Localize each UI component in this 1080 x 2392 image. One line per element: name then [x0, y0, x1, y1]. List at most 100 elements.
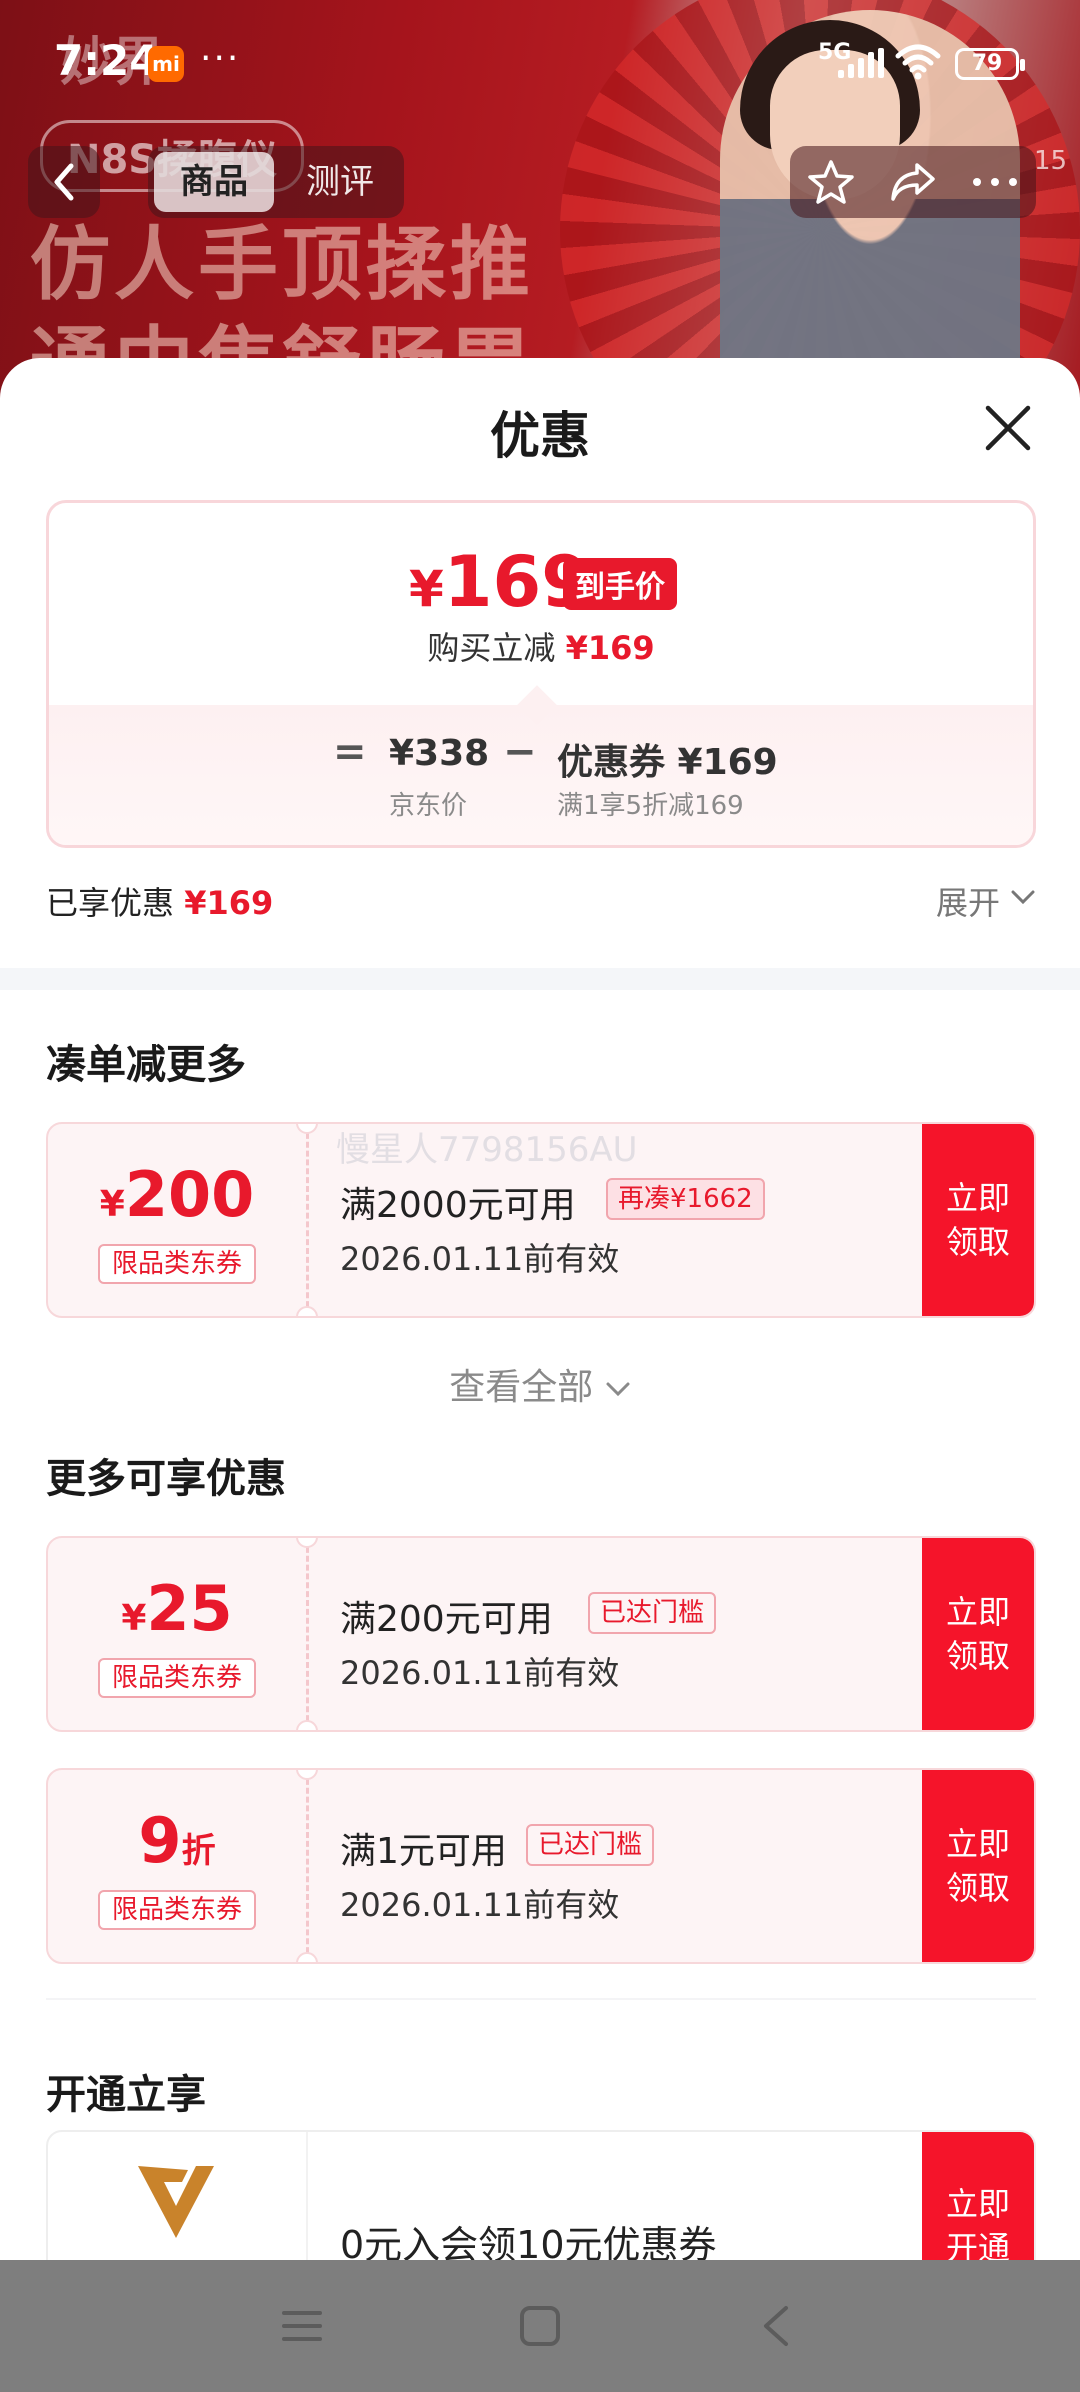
section-title-more: 更多可享优惠 — [46, 1456, 286, 1502]
signal-icon — [838, 48, 884, 78]
reduce-line: 购买立减 ¥169 — [49, 623, 1033, 669]
coupon-notch-top — [296, 1538, 318, 1548]
jd-price-label: 京东价 — [389, 791, 468, 821]
reduce-label: 购买立减 — [427, 629, 556, 667]
coupon-amount-value: 200 — [124, 1158, 255, 1231]
coupon-condition: 满1元可用 — [340, 1831, 507, 1872]
breakdown-area — [49, 705, 1033, 845]
more-horizontal-icon — [973, 178, 1017, 186]
share-icon — [891, 163, 935, 201]
thin-divider — [46, 1998, 1036, 2000]
coupon-notch-top — [296, 1770, 318, 1780]
coupon-category: 限品类东券 — [98, 1658, 256, 1698]
section-divider — [0, 968, 1080, 990]
more-button[interactable] — [954, 146, 1036, 218]
enjoyed-label: 已享优惠 — [46, 884, 175, 922]
coupon-condition: 满200元可用 — [340, 1599, 553, 1640]
view-all-button[interactable]: 查看全部 — [0, 1358, 1080, 1410]
square-icon — [520, 2306, 560, 2346]
claim-button[interactable]: 立即 领取 — [922, 1770, 1034, 1962]
product-tabs: 商品 测评 — [148, 146, 404, 218]
discount-sheet: 优惠 ¥169 到手价 购买立减 ¥169 = ¥338 京东价 − 优惠券 ¥… — [0, 358, 1080, 2392]
chevron-left-icon — [54, 163, 74, 201]
claim-line-1: 立即 — [945, 1825, 1010, 1863]
coupon-symbol: ¥ — [99, 1184, 125, 1225]
coupon-desc: 满1享5折减169 — [557, 791, 744, 821]
coupon-validity: 2026.01.11前有效 — [340, 1240, 620, 1278]
system-nav-bar — [0, 2260, 1080, 2392]
status-more-icon: ··· — [200, 38, 241, 79]
coupon-name: 优惠券 ¥169 — [557, 742, 778, 783]
status-bar: 7:24 mi ··· 5G 79 — [0, 0, 1080, 120]
mi-app-icon: mi — [148, 46, 184, 82]
coupon-category: 限品类东券 — [98, 1890, 256, 1930]
reduce-amount: ¥169 — [565, 629, 655, 667]
coupon-amount-value: 9 — [138, 1804, 182, 1877]
close-icon[interactable] — [982, 402, 1034, 454]
coupon-card: 慢星人7798156AU ¥200 限品类东券 满2000元可用 再凑¥1662… — [46, 1122, 1036, 1318]
coupon-condition: 满2000元可用 — [340, 1185, 576, 1226]
coupon-perforation — [306, 1124, 309, 1316]
coupon-tag: 再凑¥1662 — [606, 1178, 765, 1220]
coupon-tag: 已达门槛 — [526, 1824, 655, 1866]
coupon-perforation — [306, 1770, 309, 1962]
jd-price: ¥338 — [389, 733, 490, 774]
share-button[interactable] — [872, 146, 954, 218]
claim-line-2: 领取 — [945, 1637, 1010, 1675]
image-counter: 15 — [1034, 146, 1068, 176]
coupon-card: 9折 限品类东券 满1元可用 已达门槛 2026.01.11前有效 立即领取 — [46, 1768, 1036, 1964]
triangle-back-icon — [764, 2306, 788, 2346]
chevron-down-icon[interactable] — [1010, 888, 1036, 906]
wifi-icon — [895, 44, 941, 80]
coupon-symbol: ¥ — [121, 1598, 147, 1639]
coupon-amount-value: 25 — [146, 1572, 233, 1645]
minus-sign: − — [503, 729, 537, 775]
menu-button[interactable] — [242, 2260, 362, 2392]
menu-icon — [282, 2311, 322, 2341]
final-price-tag: 到手价 — [563, 558, 677, 610]
tab-product[interactable]: 商品 — [154, 152, 274, 212]
coupon-amount: ¥200 — [48, 1158, 306, 1231]
coupon-perforation — [306, 1538, 309, 1730]
watermark-text: 慢星人7798156AU — [336, 1130, 638, 1170]
final-price-symbol: ¥ — [409, 560, 444, 618]
open-line-1: 立即 — [945, 2185, 1010, 2223]
battery-indicator: 79 — [955, 48, 1025, 80]
coupon-notch-bottom — [296, 1306, 318, 1316]
favorite-button[interactable] — [790, 146, 872, 218]
coupon-notch-bottom — [296, 1720, 318, 1730]
section-title-membership: 开通立享 — [46, 2072, 206, 2118]
chevron-down-icon — [606, 1382, 630, 1397]
enjoyed-discount: 已享优惠 ¥169 — [46, 878, 273, 924]
claim-line-1: 立即 — [945, 1179, 1010, 1217]
coupon-validity: 2026.01.11前有效 — [340, 1654, 620, 1692]
enjoyed-amount: ¥169 — [184, 884, 274, 922]
claim-line-1: 立即 — [945, 1593, 1010, 1631]
equals-sign: = — [333, 729, 367, 775]
claim-button[interactable]: 立即 领取 — [922, 1538, 1034, 1730]
coupon-amount-unit: 折 — [181, 1831, 216, 1871]
system-back-button[interactable] — [716, 2260, 836, 2392]
coupon-notch-bottom — [296, 1952, 318, 1962]
tab-review[interactable]: 测评 — [284, 152, 396, 212]
price-breakdown-card: ¥169 到手价 购买立减 ¥169 = ¥338 京东价 − 优惠券 ¥169… — [46, 500, 1036, 848]
coupon-validity: 2026.01.11前有效 — [340, 1886, 620, 1924]
claim-line-2: 领取 — [945, 1869, 1010, 1907]
membership-logo-icon — [138, 2166, 214, 2238]
claim-button[interactable]: 立即 领取 — [922, 1124, 1034, 1316]
coupon-tag: 已达门槛 — [588, 1592, 717, 1634]
coupon-amount: ¥25 — [48, 1572, 306, 1645]
coupon-notch-top — [296, 1124, 318, 1134]
status-time: 7:24 — [54, 36, 159, 85]
back-button[interactable] — [28, 146, 100, 218]
home-button[interactable] — [480, 2260, 600, 2392]
star-icon — [808, 160, 854, 204]
claim-line-2: 领取 — [945, 1223, 1010, 1261]
coupon-card: ¥25 限品类东券 满200元可用 已达门槛 2026.01.11前有效 立即领… — [46, 1536, 1036, 1732]
section-title-combine: 凑单减更多 — [46, 1042, 246, 1088]
sheet-title: 优惠 — [490, 407, 590, 465]
top-actions — [790, 146, 1036, 218]
coupon-category: 限品类东券 — [98, 1244, 256, 1284]
view-all-label: 查看全部 — [449, 1367, 594, 1408]
expand-button[interactable]: 展开 — [936, 878, 1000, 924]
